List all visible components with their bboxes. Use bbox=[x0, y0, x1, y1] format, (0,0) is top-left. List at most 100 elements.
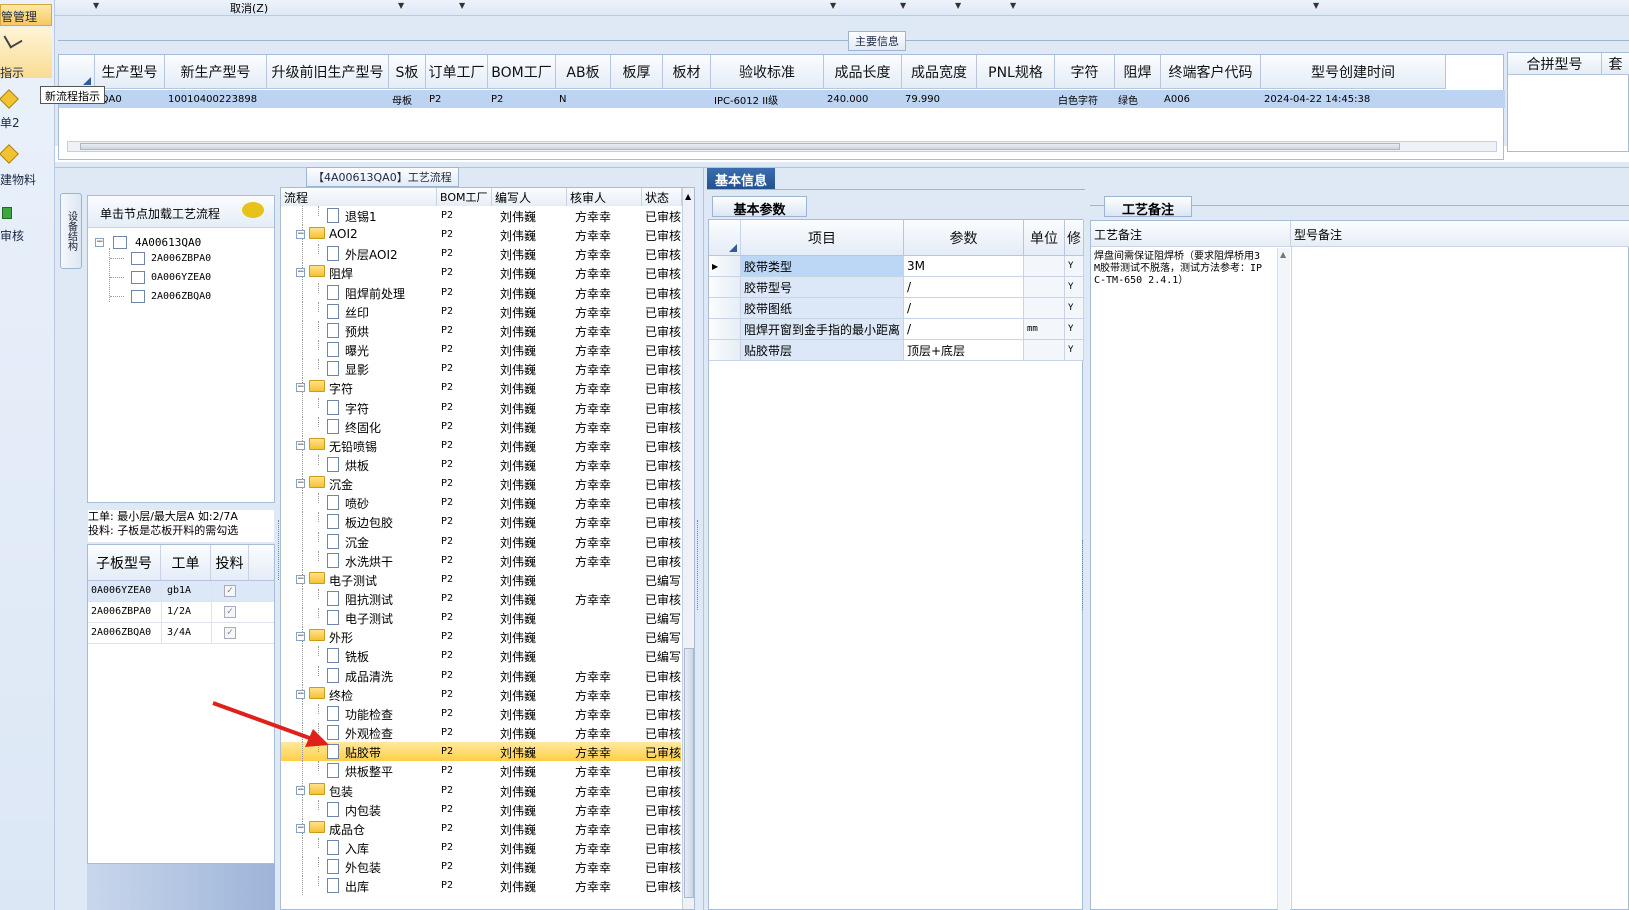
tree-step-row[interactable]: 外包装 P2 刘伟巍 方幸幸 已审核 bbox=[281, 857, 681, 876]
row-selector[interactable] bbox=[709, 319, 741, 340]
column-header[interactable]: 成品宽度 bbox=[902, 55, 977, 89]
collapse-icon[interactable]: − bbox=[296, 268, 305, 277]
collapse-icon[interactable]: − bbox=[296, 441, 305, 450]
chevron-down-icon[interactable]: ▼ bbox=[459, 1, 465, 10]
column-header[interactable]: AB板 bbox=[556, 55, 611, 89]
chevron-down-icon[interactable]: ▼ bbox=[398, 1, 404, 10]
column-header[interactable]: 生产型号 bbox=[95, 55, 165, 89]
nav-item-review[interactable]: 审核 bbox=[0, 205, 52, 245]
column-header[interactable]: 字符 bbox=[1055, 55, 1115, 89]
chevron-down-icon[interactable]: ▼ bbox=[1313, 1, 1319, 10]
column-header[interactable]: 验收标准 bbox=[711, 55, 824, 89]
nav-item-material[interactable]: 建物料 bbox=[0, 144, 52, 187]
tree-group-row[interactable]: − AOI2 P2 刘伟巍 方幸幸 已审核 bbox=[281, 225, 681, 244]
splitter-handle[interactable] bbox=[278, 520, 282, 580]
nav-item-guide[interactable]: 指示 bbox=[0, 28, 52, 80]
process-note-text[interactable]: 焊盘间需保证阻焊桥（要求阻焊桥用3M胶带测试不脱落，测试方法参考：IPC-TM-… bbox=[1094, 251, 1266, 287]
tree-group-row[interactable]: − 字符 P2 刘伟巍 方幸幸 已审核 bbox=[281, 378, 681, 397]
tree-step-row[interactable]: 外观检查 P2 刘伟巍 方幸幸 已审核 bbox=[281, 723, 681, 742]
tree-step-row[interactable]: 烘板 P2 刘伟巍 方幸幸 已审核 bbox=[281, 455, 681, 474]
column-header[interactable]: S板 bbox=[389, 55, 426, 89]
tree-step-row[interactable]: 字符 P2 刘伟巍 方幸幸 已审核 bbox=[281, 398, 681, 417]
column-header[interactable]: 成品长度 bbox=[824, 55, 902, 89]
tree-child[interactable]: 2A006ZBQA0 bbox=[151, 291, 211, 302]
collapse-icon[interactable]: − bbox=[95, 238, 104, 247]
tree-root[interactable]: 4A00613QA0 bbox=[135, 236, 201, 249]
chevron-down-icon[interactable]: ▼ bbox=[900, 1, 906, 10]
tree-step-row[interactable]: 曝光 P2 刘伟巍 方幸幸 已审核 bbox=[281, 340, 681, 359]
chevron-down-icon[interactable]: ▼ bbox=[1010, 1, 1016, 10]
tree-group-row[interactable]: − 电子测试 P2 刘伟巍 已编写 bbox=[281, 570, 681, 589]
param-value[interactable]: / bbox=[904, 277, 1024, 298]
tree-step-row[interactable]: 出库 P2 刘伟巍 方幸幸 已审核 bbox=[281, 876, 681, 895]
chevron-down-icon[interactable]: ▼ bbox=[93, 1, 99, 10]
tree-step-row[interactable]: 阻抗测试 P2 刘伟巍 方幸幸 已审核 bbox=[281, 589, 681, 608]
vertical-scrollbar[interactable]: ▲ bbox=[682, 188, 694, 909]
column-header[interactable]: 新生产型号 bbox=[165, 55, 267, 89]
tree-step-row[interactable]: 板边包胶 P2 刘伟巍 方幸幸 已审核 bbox=[281, 512, 681, 531]
tree-step-row[interactable]: 预烘 P2 刘伟巍 方幸幸 已审核 bbox=[281, 321, 681, 340]
param-value[interactable]: / bbox=[904, 319, 1024, 340]
row-selector[interactable] bbox=[709, 298, 741, 319]
scroll-thumb[interactable] bbox=[80, 143, 1400, 150]
column-header[interactable]: 升级前旧生产型号 bbox=[267, 55, 389, 89]
tree-step-row[interactable]: 沉金 P2 刘伟巍 方幸幸 已审核 bbox=[281, 532, 681, 551]
tree-step-row[interactable]: 外层AOI2 P2 刘伟巍 方幸幸 已审核 bbox=[281, 244, 681, 263]
chevron-down-icon[interactable]: ▼ bbox=[830, 1, 836, 10]
column-header[interactable]: PNL规格 bbox=[977, 55, 1055, 89]
tree-child[interactable]: 0A006YZEA0 bbox=[151, 272, 211, 283]
tree-step-row[interactable]: 铣板 P2 刘伟巍 已编写 bbox=[281, 646, 681, 665]
tree-step-row[interactable]: 阻焊前处理 P2 刘伟巍 方幸幸 已审核 bbox=[281, 283, 681, 302]
row-selector[interactable]: ▶ bbox=[709, 256, 741, 277]
collapse-icon[interactable]: − bbox=[296, 383, 305, 392]
tree-step-row[interactable]: 内包装 P2 刘伟巍 方幸幸 已审核 bbox=[281, 800, 681, 819]
tree-group-row[interactable]: − 阻焊 P2 刘伟巍 方幸幸 已审核 bbox=[281, 263, 681, 282]
tree-step-row[interactable]: 功能检查 P2 刘伟巍 方幸幸 已审核 bbox=[281, 704, 681, 723]
tree-step-row[interactable]: 贴胶带 P2 刘伟巍 方幸幸 已审核 bbox=[281, 742, 681, 761]
order-cell[interactable]: gb1A bbox=[167, 585, 191, 596]
scroll-up-icon[interactable]: ▲ bbox=[685, 192, 691, 201]
column-header[interactable]: 板厚 bbox=[611, 55, 663, 89]
tree-group-row[interactable]: − 终检 P2 刘伟巍 方幸幸 已审核 bbox=[281, 685, 681, 704]
column-header[interactable]: 订单工厂 bbox=[426, 55, 488, 89]
row-selector[interactable] bbox=[709, 277, 741, 298]
tree-step-row[interactable]: 显影 P2 刘伟巍 方幸幸 已审核 bbox=[281, 359, 681, 378]
tree-group-row[interactable]: − 成品仓 P2 刘伟巍 方幸幸 已审核 bbox=[281, 819, 681, 838]
collapse-icon[interactable]: − bbox=[296, 632, 305, 641]
feed-checkbox[interactable]: ✓ bbox=[224, 585, 236, 597]
chevron-down-icon[interactable]: ▼ bbox=[955, 1, 961, 10]
note-scrollbar[interactable]: ▲ bbox=[1277, 248, 1290, 910]
tree-step-row[interactable]: 水洗烘干 P2 刘伟巍 方幸幸 已审核 bbox=[281, 551, 681, 570]
tree-group-row[interactable]: − 沉金 P2 刘伟巍 方幸幸 已审核 bbox=[281, 474, 681, 493]
order-cell[interactable]: 1/2A bbox=[167, 606, 191, 617]
nav-item-active[interactable]: 管管理 bbox=[0, 4, 52, 26]
feed-checkbox[interactable]: ✓ bbox=[224, 627, 236, 639]
scroll-thumb[interactable] bbox=[684, 648, 694, 898]
tree-step-row[interactable]: 烘板整平 P2 刘伟巍 方幸幸 已审核 bbox=[281, 761, 681, 780]
param-value[interactable]: / bbox=[904, 298, 1024, 319]
column-header[interactable]: 型号创建时间 bbox=[1261, 55, 1446, 89]
order-cell[interactable]: 3/4A bbox=[167, 627, 191, 638]
table-row[interactable]: 2A006ZBPA0 1/2A ✓ bbox=[88, 602, 274, 623]
collapse-icon[interactable]: − bbox=[296, 824, 305, 833]
table-row[interactable]: 2A006ZBQA0 3/4A ✓ bbox=[88, 623, 274, 644]
param-value[interactable]: 3M bbox=[904, 256, 1024, 277]
splitter-handle[interactable] bbox=[697, 520, 702, 610]
column-header[interactable]: BOM工厂 bbox=[488, 55, 556, 89]
table-row[interactable]: 0A006YZEA0 gb1A ✓ bbox=[88, 581, 274, 602]
collapse-icon[interactable]: − bbox=[296, 230, 305, 239]
row-selector[interactable] bbox=[709, 340, 741, 361]
scroll-up-icon[interactable]: ▲ bbox=[1280, 250, 1286, 259]
collapse-icon[interactable]: − bbox=[296, 786, 305, 795]
tree-step-row[interactable]: 入库 P2 刘伟巍 方幸幸 已审核 bbox=[281, 838, 681, 857]
tree-child[interactable]: 2A006ZBPA0 bbox=[151, 253, 211, 264]
column-header[interactable]: 终端客户代码 bbox=[1161, 55, 1261, 89]
cancel-button[interactable]: 取消(Z) bbox=[230, 0, 268, 16]
side-tab-structure[interactable]: 设备结构 bbox=[60, 193, 82, 269]
column-header[interactable]: 板材 bbox=[663, 55, 711, 89]
tree-step-row[interactable]: 退锡1 P2 刘伟巍 方幸幸 已审核 bbox=[281, 206, 681, 225]
tab-basic-info[interactable]: 基本信息 bbox=[707, 168, 775, 189]
tab-process-notes[interactable]: 工艺备注 bbox=[1104, 196, 1192, 218]
tab-basic-params[interactable]: 基本参数 bbox=[712, 196, 807, 218]
column-header[interactable]: 阻焊 bbox=[1115, 55, 1161, 89]
